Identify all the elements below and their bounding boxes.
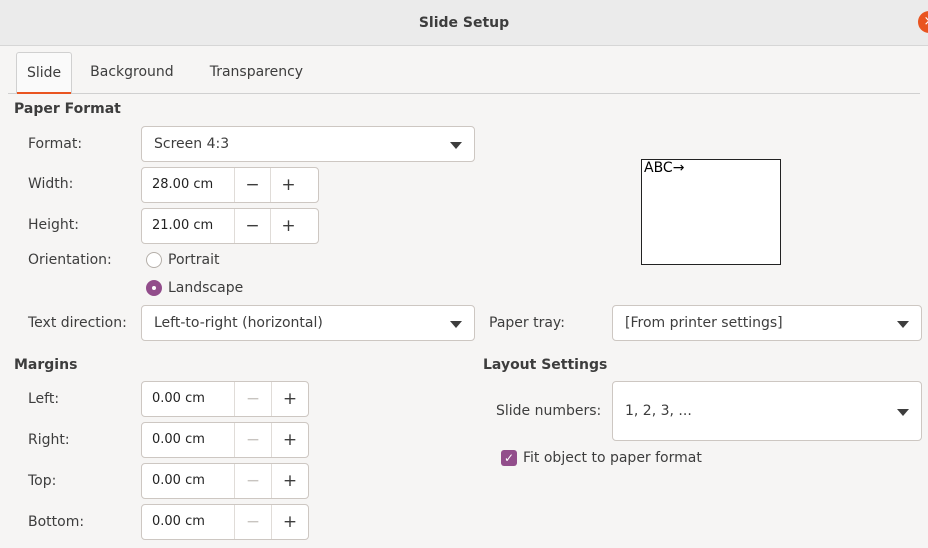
chevron-down-icon — [450, 321, 462, 328]
radio-selected-icon — [146, 280, 162, 296]
fit-object-checkbox[interactable]: ✓ Fit object to paper format — [501, 450, 702, 466]
format-value: Screen 4:3 — [154, 136, 230, 152]
margin-bottom-increment-button[interactable]: + — [271, 505, 308, 539]
paper-tray-label: Paper tray: — [489, 315, 565, 331]
margin-right-decrement-button[interactable]: − — [234, 423, 271, 457]
close-icon[interactable]: × — [918, 11, 928, 33]
chevron-down-icon — [897, 409, 909, 416]
tab-slide[interactable]: Slide — [16, 52, 73, 94]
page-preview: ABC→ — [641, 159, 781, 265]
checkmark-icon: ✓ — [501, 450, 517, 466]
window-title: Slide Setup — [418, 14, 510, 31]
chevron-down-icon — [897, 321, 909, 328]
tab-background[interactable]: Background — [72, 52, 192, 94]
landscape-label: Landscape — [168, 280, 244, 296]
height-increment-button[interactable]: + — [270, 209, 306, 243]
slide-numbers-dropdown[interactable]: 1, 2, 3, ... — [612, 381, 922, 441]
margin-top-decrement-button[interactable]: − — [234, 464, 271, 498]
format-label: Format: — [28, 136, 83, 152]
margin-top-increment-button[interactable]: + — [271, 464, 308, 498]
preview-text: ABC→ — [644, 160, 685, 176]
orientation-label: Orientation: — [28, 252, 112, 268]
margin-bottom-spinner: 0.00 cm − + — [141, 504, 309, 540]
radio-icon — [146, 252, 162, 268]
margin-bottom-decrement-button[interactable]: − — [234, 505, 271, 539]
margin-top-input[interactable]: 0.00 cm — [142, 464, 234, 498]
width-input[interactable]: 28.00 cm — [142, 168, 234, 202]
margin-bottom-label: Bottom: — [28, 514, 85, 530]
tab-transparency[interactable]: Transparency — [192, 52, 321, 94]
paper-tray-value: [From printer settings] — [625, 315, 783, 331]
title-bar: Slide Setup × — [0, 0, 928, 46]
format-dropdown[interactable]: Screen 4:3 — [141, 126, 475, 162]
chevron-down-icon — [450, 142, 462, 149]
margin-bottom-input[interactable]: 0.00 cm — [142, 505, 234, 539]
text-direction-value: Left-to-right (horizontal) — [154, 315, 323, 331]
text-direction-dropdown[interactable]: Left-to-right (horizontal) — [141, 305, 475, 341]
margin-left-decrement-button[interactable]: − — [234, 382, 271, 416]
paper-tray-dropdown[interactable]: [From printer settings] — [612, 305, 922, 341]
height-label: Height: — [28, 217, 79, 233]
text-direction-label: Text direction: — [28, 315, 127, 331]
margin-left-label: Left: — [28, 391, 60, 407]
fit-object-label: Fit object to paper format — [523, 450, 702, 466]
portrait-label: Portrait — [168, 252, 220, 268]
portrait-radio[interactable]: Portrait — [146, 252, 219, 268]
margin-right-label: Right: — [28, 432, 70, 448]
landscape-radio[interactable]: Landscape — [146, 280, 243, 296]
margin-top-spinner: 0.00 cm − + — [141, 463, 309, 499]
layout-settings-heading: Layout Settings — [483, 357, 608, 373]
paper-format-heading: Paper Format — [14, 101, 121, 117]
slide-numbers-label: Slide numbers: — [496, 403, 602, 419]
width-label: Width: — [28, 176, 74, 192]
slide-numbers-value: 1, 2, 3, ... — [625, 403, 692, 419]
width-spinner: 28.00 cm − + — [141, 167, 319, 203]
margin-right-spinner: 0.00 cm − + — [141, 422, 309, 458]
height-input[interactable]: 21.00 cm — [142, 209, 234, 243]
width-decrement-button[interactable]: − — [234, 168, 270, 202]
height-spinner: 21.00 cm − + — [141, 208, 319, 244]
height-decrement-button[interactable]: − — [234, 209, 270, 243]
margin-left-increment-button[interactable]: + — [271, 382, 308, 416]
margin-right-input[interactable]: 0.00 cm — [142, 423, 234, 457]
width-increment-button[interactable]: + — [270, 168, 306, 202]
margins-heading: Margins — [14, 357, 78, 373]
margin-top-label: Top: — [28, 473, 57, 489]
margin-left-input[interactable]: 0.00 cm — [142, 382, 234, 416]
margin-right-increment-button[interactable]: + — [271, 423, 308, 457]
margin-left-spinner: 0.00 cm − + — [141, 381, 309, 417]
tab-bar: Slide Background Transparency — [8, 52, 920, 94]
